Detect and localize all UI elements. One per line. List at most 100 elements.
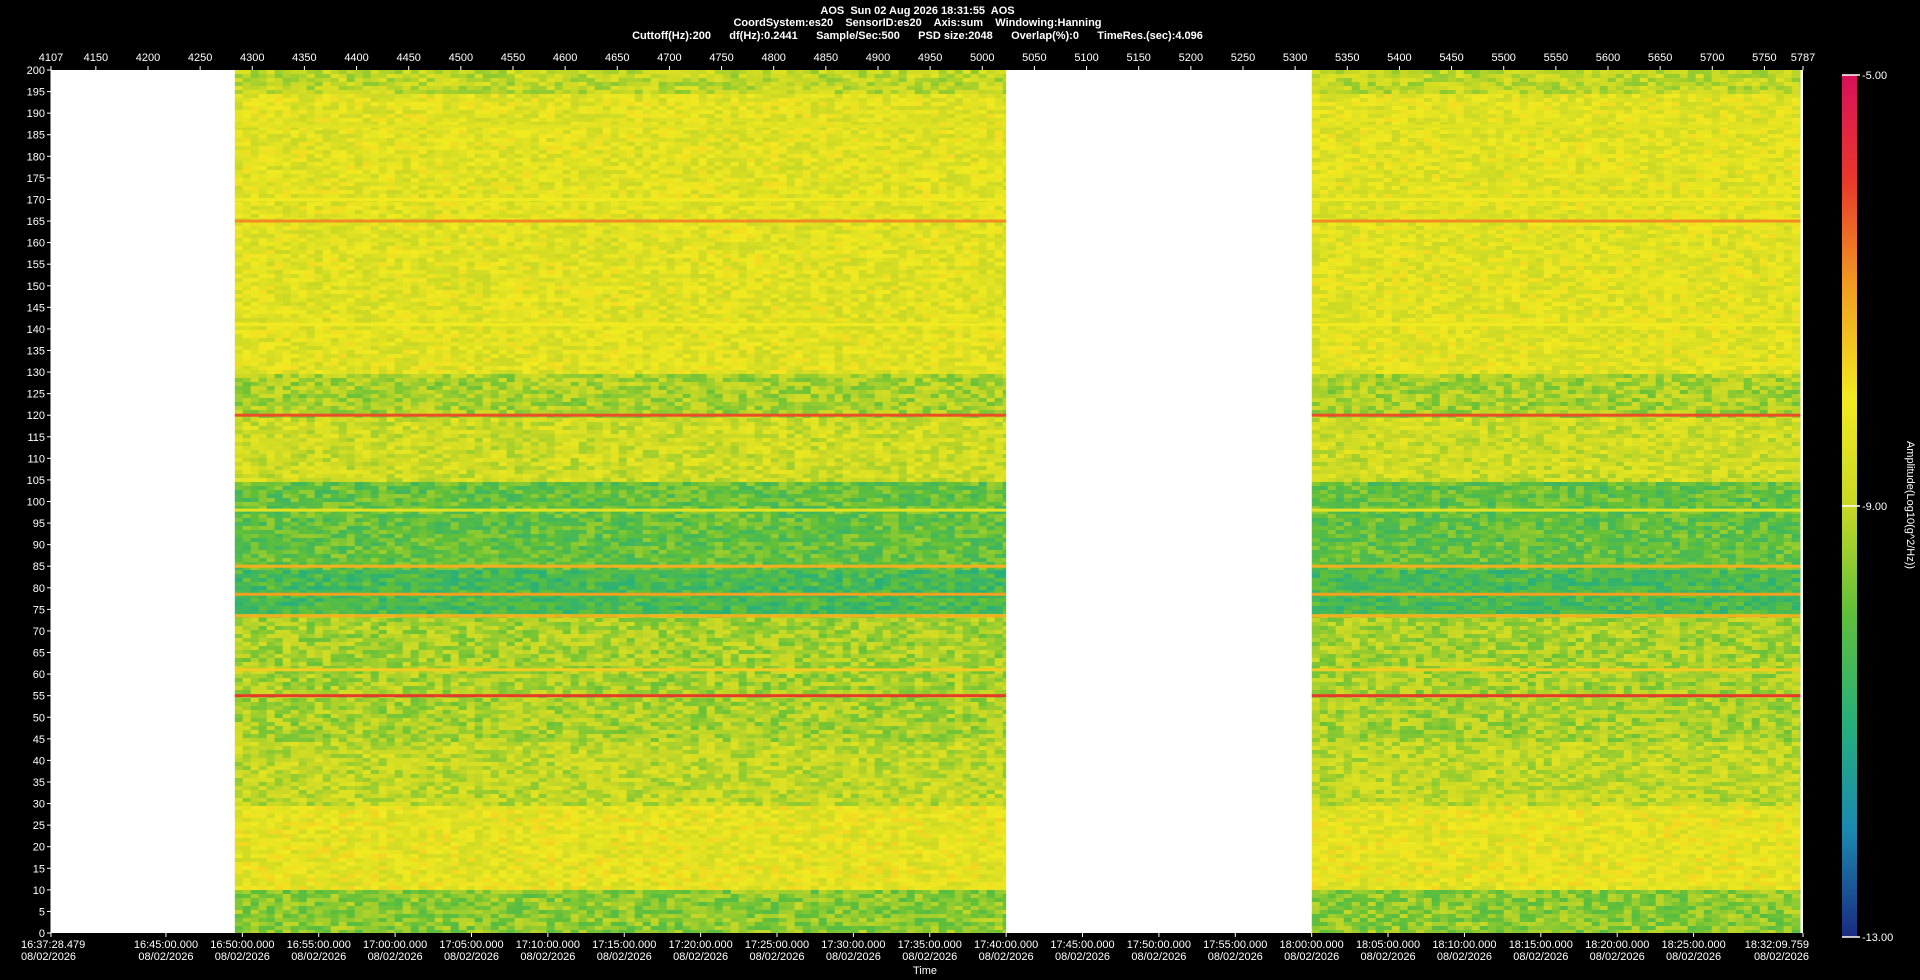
top-tick-label: 4150 xyxy=(84,52,108,64)
top-tick-label: 4600 xyxy=(553,52,577,64)
time-axis: 16:37:28.479 08/02/2026 16:45:00.000 08/02/… xyxy=(21,933,1809,963)
time-tick-label: 17:00:00.000 xyxy=(363,939,427,951)
y-tick-label: 5 xyxy=(39,906,45,918)
top-tick-label: 4900 xyxy=(866,52,890,64)
date-tick-label: 08/02/2026 xyxy=(1437,951,1492,963)
y-tick-label: 75 xyxy=(33,604,45,616)
y-tick-label: 135 xyxy=(27,345,45,357)
tonal-line xyxy=(1312,198,1801,201)
top-tick-label: 5700 xyxy=(1700,52,1724,64)
top-tick-label: 5150 xyxy=(1126,52,1150,64)
y-tick-label: 200 xyxy=(27,65,45,77)
colorbar-tick-label: -5.00 xyxy=(1862,70,1887,82)
time-tick-label: 17:45:00.000 xyxy=(1050,939,1114,951)
y-tick-label: 145 xyxy=(27,302,45,314)
date-tick-label: 08/02/2026 xyxy=(368,951,423,963)
time-tick-label: 18:10:00.000 xyxy=(1432,939,1496,951)
y-tick-label: 105 xyxy=(27,475,45,487)
date-tick-label: 08/02/2026 xyxy=(1754,951,1809,963)
y-tick-label: 90 xyxy=(33,540,45,552)
y-tick-label: 70 xyxy=(33,626,45,638)
tonal-line xyxy=(1312,125,1801,128)
top-tick-label: 5600 xyxy=(1596,52,1620,64)
y-axis: 2001951901851801751701651601551501451401… xyxy=(27,65,51,940)
y-tick-label: 50 xyxy=(33,712,45,724)
date-tick-label: 08/02/2026 xyxy=(520,951,575,963)
y-tick-label: 195 xyxy=(27,87,45,99)
top-tick-label: 5450 xyxy=(1439,52,1463,64)
colorbar-label: Amplitude(Log10(g^2/Hz)) xyxy=(1904,441,1916,569)
tonal-line xyxy=(1312,414,1801,417)
top-tick-label: 4700 xyxy=(657,52,681,64)
tonal-line xyxy=(235,668,1006,671)
time-tick-label: 17:40:00.000 xyxy=(974,939,1038,951)
top-tick-label: 5787 xyxy=(1791,52,1815,64)
y-tick-label: 180 xyxy=(27,151,45,163)
tonal-line xyxy=(1312,565,1801,568)
y-tick-label: 45 xyxy=(33,734,45,746)
top-tick-label: 5200 xyxy=(1179,52,1203,64)
tonal-line xyxy=(235,414,1006,417)
y-tick-label: 175 xyxy=(27,173,45,185)
tonal-line xyxy=(1312,509,1801,512)
top-tick-label: 4800 xyxy=(761,52,785,64)
spectrogram-segment xyxy=(235,70,1012,935)
tonal-line xyxy=(1312,668,1801,671)
y-tick-label: 20 xyxy=(33,842,45,854)
top-tick-label: 5400 xyxy=(1387,52,1411,64)
time-tick-label: 18:20:00.000 xyxy=(1585,939,1649,951)
date-tick-label: 08/02/2026 xyxy=(291,951,346,963)
top-tick-label: 4950 xyxy=(918,52,942,64)
date-tick-label: 08/02/2026 xyxy=(1055,951,1110,963)
time-tick-label: 18:15:00.000 xyxy=(1509,939,1573,951)
date-tick-label: 08/02/2026 xyxy=(1361,951,1416,963)
colorbar-tick-label: -9.00 xyxy=(1862,501,1887,513)
time-tick-label: 18:00:00.000 xyxy=(1280,939,1344,951)
date-tick-label: 08/02/2026 xyxy=(597,951,652,963)
y-tick-label: 185 xyxy=(27,130,45,142)
top-tick-label: 4300 xyxy=(240,52,264,64)
date-tick-label: 08/02/2026 xyxy=(826,951,881,963)
y-tick-label: 140 xyxy=(27,324,45,336)
y-tick-label: 95 xyxy=(33,518,45,530)
y-tick-label: 100 xyxy=(27,497,45,509)
top-tick-label: 5500 xyxy=(1491,52,1515,64)
top-tick-label: 4850 xyxy=(814,52,838,64)
tonal-line xyxy=(1312,593,1801,596)
tonal-line xyxy=(235,509,1006,512)
time-tick-label: 16:50:00.000 xyxy=(210,939,274,951)
y-tick-label: 80 xyxy=(33,583,45,595)
date-tick-label: 08/02/2026 xyxy=(1131,951,1186,963)
colorbar-tick-label: -13.00 xyxy=(1862,932,1893,944)
top-tick-label: 5300 xyxy=(1283,52,1307,64)
top-tick-label: 4400 xyxy=(344,52,368,64)
date-tick-label: 08/02/2026 xyxy=(444,951,499,963)
top-tick-label: 4350 xyxy=(292,52,316,64)
x-axis-label: Time xyxy=(913,965,937,977)
date-tick-label: 08/02/2026 xyxy=(1284,951,1339,963)
y-tick-label: 170 xyxy=(27,194,45,206)
y-tick-label: 40 xyxy=(33,755,45,767)
time-tick-label: 17:10:00.000 xyxy=(516,939,580,951)
y-tick-label: 160 xyxy=(27,238,45,250)
y-tick-label: 60 xyxy=(33,669,45,681)
spectrogram-chart: 2001951901851801751701651601551501451401… xyxy=(0,0,1920,980)
tonal-line xyxy=(1312,220,1801,223)
spectrogram-segment xyxy=(1312,70,1809,935)
tonal-line xyxy=(235,323,1006,326)
y-tick-label: 55 xyxy=(33,691,45,703)
date-tick-label: 08/02/2026 xyxy=(1590,951,1645,963)
top-tick-label: 4250 xyxy=(188,52,212,64)
y-tick-label: 150 xyxy=(27,281,45,293)
time-tick-label: 18:25:00.000 xyxy=(1661,939,1725,951)
date-tick-label: 08/02/2026 xyxy=(673,951,728,963)
top-tick-label: 5050 xyxy=(1022,52,1046,64)
time-tick-label: 17:25:00.000 xyxy=(745,939,809,951)
y-tick-label: 15 xyxy=(33,863,45,875)
y-tick-label: 35 xyxy=(33,777,45,789)
time-tick-label: 17:55:00.000 xyxy=(1203,939,1267,951)
time-tick-label: 18:32:09.759 xyxy=(1745,939,1809,951)
time-tick-label: 16:45:00.000 xyxy=(134,939,198,951)
time-tick-label: 16:37:28.479 xyxy=(21,939,85,951)
date-tick-label: 08/02/2026 xyxy=(1666,951,1721,963)
